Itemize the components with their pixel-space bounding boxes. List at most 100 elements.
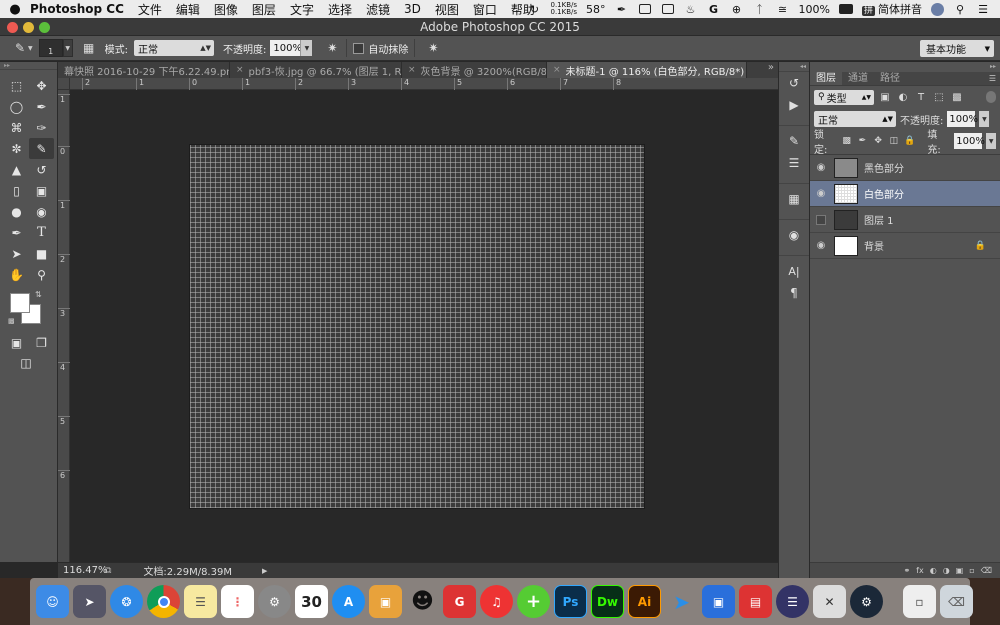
layer-filter-select[interactable]: ⚲ 类型 ▲▼ — [814, 89, 874, 105]
path-select-tool-icon[interactable]: ➤ — [4, 243, 29, 264]
close-tab-icon[interactable]: × — [236, 65, 244, 75]
actions-panel-icon[interactable]: ▶ — [779, 94, 809, 116]
system-preferences-icon[interactable]: ⚙ — [258, 585, 291, 618]
blur-tool-icon[interactable]: ● — [4, 201, 29, 222]
red-app-icon[interactable]: ▤ — [739, 585, 772, 618]
layer-item-black-part[interactable]: ◉ 黑色部分 — [810, 155, 1000, 181]
history-brush-icon[interactable]: ↺ — [29, 159, 54, 180]
netease-music-icon[interactable]: ♫ — [480, 585, 513, 618]
layer-item-white-part[interactable]: ◉ 白色部分 — [810, 181, 1000, 207]
eye-icon[interactable]: ◉ — [810, 162, 832, 173]
tab-layers[interactable]: 图层 — [810, 72, 842, 85]
horizontal-ruler[interactable]: 2 1 0 1 2 3 4 5 6 7 8 — [70, 78, 778, 90]
dreamweaver-icon[interactable]: Dw — [591, 585, 624, 618]
pressure-size-icon[interactable]: ✷ — [425, 40, 441, 56]
tab-paths[interactable]: 路径 — [874, 72, 906, 85]
plus-circle-icon[interactable]: ⊕ — [730, 3, 744, 16]
opacity-slider-button[interactable]: ▼ — [300, 40, 313, 56]
healing-brush-icon[interactable]: ✼ — [4, 138, 29, 159]
menu-image[interactable]: 图像 — [214, 1, 238, 18]
layer-item-layer-1[interactable]: 图层 1 — [810, 207, 1000, 233]
tab-gray-background[interactable]: × 灰色背景 @ 3200%(RGB/8... — [402, 62, 547, 78]
preview-icon[interactable]: ▣ — [369, 585, 402, 618]
quick-select-tool-icon[interactable]: ✒ — [29, 96, 54, 117]
steam-icon[interactable]: ⚙ — [850, 585, 883, 618]
pen-tool-icon[interactable]: ✒ — [4, 222, 29, 243]
finder-icon[interactable]: ☺ — [36, 585, 69, 618]
fill-slider-button[interactable]: ▼ — [986, 133, 997, 149]
type-tool-icon[interactable]: T — [29, 222, 54, 243]
clone-stamp-icon[interactable]: ▲ — [4, 159, 29, 180]
zoom-level-input[interactable]: 116.47% — [63, 565, 108, 576]
fill-input[interactable]: 100% — [954, 133, 985, 149]
app-window-icon[interactable] — [661, 3, 675, 15]
eraser-tool-icon[interactable]: ▯ — [4, 180, 29, 201]
workspace-switcher[interactable]: 基本功能 ▼ — [920, 40, 994, 57]
history-panel-icon[interactable]: ↺ — [779, 72, 809, 94]
calendar-icon[interactable]: 30 — [295, 585, 328, 618]
quick-mask-icon[interactable]: ▣ — [4, 332, 29, 353]
apple-menu-icon[interactable]: ● — [0, 2, 30, 17]
safari-icon[interactable]: ❂ — [110, 585, 143, 618]
screen-mode-icon[interactable]: ❐ — [29, 332, 54, 353]
lock-transparent-icon[interactable]: ▩ — [841, 135, 853, 147]
eclipse-icon[interactable]: ☰ — [776, 585, 809, 618]
character-panel-icon[interactable]: A| — [779, 260, 809, 282]
menu-window[interactable]: 窗口 — [473, 1, 497, 18]
menu-view[interactable]: 视图 — [435, 1, 459, 18]
layer-item-background[interactable]: ◉ 背景 🔒 — [810, 233, 1000, 259]
hand-tool-icon[interactable]: ✋ — [4, 264, 29, 285]
brush-size-preview[interactable]: 1 — [38, 39, 63, 57]
user-avatar-icon[interactable] — [931, 2, 944, 16]
reminders-icon[interactable]: ⋮ — [221, 585, 254, 618]
swatches-panel-icon[interactable]: ▦ — [779, 188, 809, 210]
gradient-tool-icon[interactable]: ▣ — [29, 180, 54, 201]
eye-icon[interactable]: ◉ — [810, 188, 832, 199]
swap-colors-icon[interactable]: ⇅ — [35, 290, 42, 299]
filter-pixel-icon[interactable]: ▣ — [878, 90, 892, 104]
auto-erase-checkbox[interactable] — [353, 42, 365, 54]
bell-icon[interactable]: ♨ — [684, 3, 698, 16]
menu-layer[interactable]: 图层 — [252, 1, 276, 18]
search-icon[interactable]: ⚲ — [953, 3, 967, 16]
canvas-workspace[interactable] — [70, 90, 778, 562]
filter-toggle-switch[interactable] — [986, 91, 996, 103]
lock-artboard-icon[interactable]: ◫ — [888, 135, 900, 147]
brush-dropdown-button[interactable]: ▼ — [62, 39, 73, 57]
qq-icon[interactable]: ☻ — [406, 585, 439, 618]
zoom-tool-icon[interactable]: ⚲ — [29, 264, 54, 285]
battery-icon[interactable] — [838, 3, 853, 15]
close-tab-icon[interactable]: × — [553, 65, 561, 75]
dodge-tool-icon[interactable]: ◉ — [29, 201, 54, 222]
app-store-icon[interactable]: A — [332, 585, 365, 618]
paragraph-panel-icon[interactable]: ¶ — [779, 282, 809, 304]
vertical-ruler[interactable]: 1 0 1 2 3 4 5 6 — [58, 90, 70, 562]
layer-style-icon[interactable]: fx — [916, 566, 924, 575]
menu-filter[interactable]: 滤镜 — [366, 1, 390, 18]
rectangle-tool-icon[interactable]: ■ — [29, 243, 54, 264]
link-layers-icon[interactable]: ⚭ — [903, 566, 910, 575]
lock-all-icon[interactable]: 🔒 — [904, 135, 916, 147]
bird-app-icon[interactable]: ➤ — [665, 585, 698, 618]
menu-type[interactable]: 文字 — [290, 1, 314, 18]
plus-app-icon[interactable]: + — [517, 585, 550, 618]
trash-icon[interactable]: ⌫ — [981, 566, 992, 575]
pressure-opacity-icon[interactable]: ✷ — [324, 40, 340, 56]
tab-untitled-1[interactable]: × 未标题-1 @ 116% (白色部分, RGB/8*) * — [547, 62, 747, 78]
notification-list-icon[interactable]: ☰ — [976, 3, 990, 16]
filter-shape-icon[interactable]: ⬚ — [932, 90, 946, 104]
eyedropper-tool-icon[interactable]: ✑ — [29, 117, 54, 138]
artboard-icon[interactable]: ◫ — [18, 355, 34, 371]
filter-adjustment-icon[interactable]: ◐ — [896, 90, 910, 104]
tab-overflow-icon[interactable]: » — [768, 62, 774, 73]
export-icon[interactable]: ⧉ — [105, 566, 111, 576]
lock-position-icon[interactable]: ✥ — [872, 135, 884, 147]
app-menu[interactable]: Photoshop CC — [30, 2, 124, 16]
new-layer-icon[interactable]: ▫ — [969, 566, 974, 575]
g-icon[interactable]: G — [707, 3, 721, 16]
layer-opacity-input[interactable]: 100% — [947, 111, 978, 127]
adjustment-layer-icon[interactable]: ◑ — [943, 566, 950, 575]
crop-tool-icon[interactable]: ⌘ — [4, 117, 29, 138]
document-canvas[interactable] — [189, 144, 645, 509]
blue-app-icon[interactable]: ▣ — [702, 585, 735, 618]
